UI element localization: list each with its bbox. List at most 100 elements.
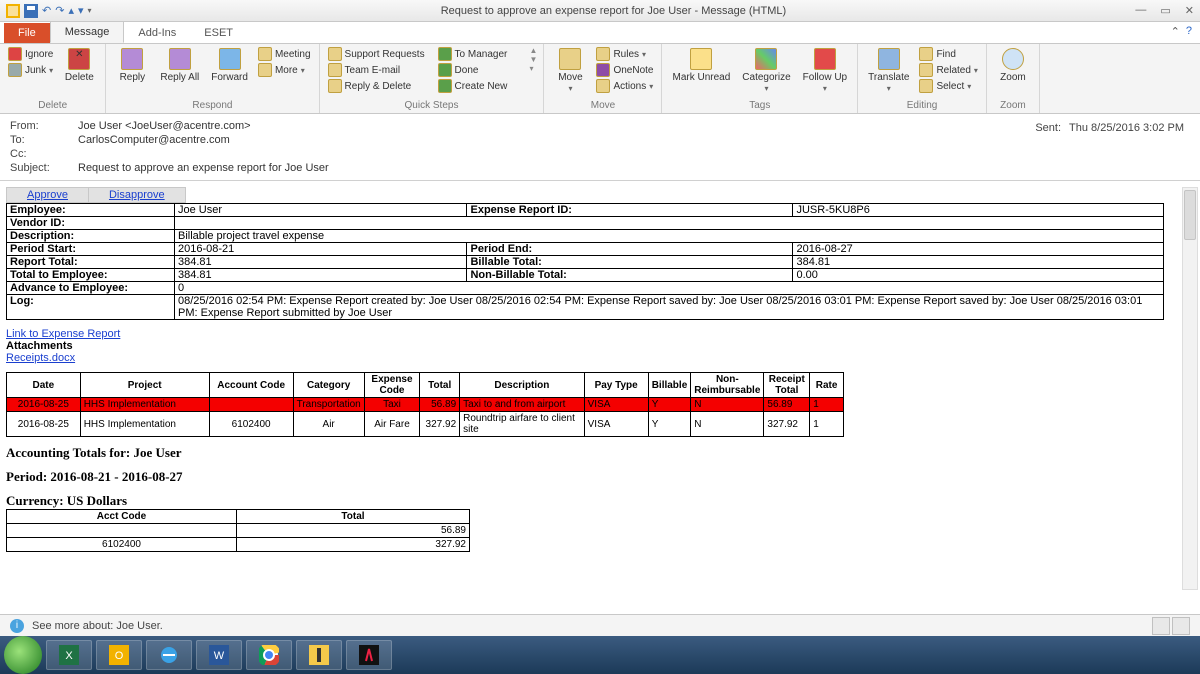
junk-button[interactable]: Junk — [6, 62, 55, 78]
taskbar-outlook[interactable]: O — [96, 640, 142, 670]
qs-down-icon[interactable]: ▼ — [530, 55, 538, 64]
group-label: Editing — [864, 99, 980, 113]
svg-text:O: O — [115, 650, 124, 662]
categorize-button[interactable]: Categorize — [738, 46, 794, 96]
status-text[interactable]: See more about: Joe User. — [32, 620, 163, 632]
status-bar: i See more about: Joe User. — [0, 614, 1200, 636]
qs-create[interactable]: Create New — [436, 78, 526, 94]
reply-all-button[interactable]: Reply All — [156, 46, 203, 85]
quick-access-toolbar: ↶ ↷ ▴ ▾ ▾ — [6, 4, 92, 18]
info-icon: i — [10, 619, 24, 633]
avatar-icon[interactable] — [1172, 617, 1190, 635]
to-label: To: — [10, 134, 78, 146]
expense-lines-table: Date Project Account Code Category Expen… — [6, 372, 844, 437]
tab-message[interactable]: Message — [50, 21, 125, 43]
expense-report-link[interactable]: Link to Expense Report — [6, 328, 120, 340]
actions-button[interactable]: Actions — [594, 78, 655, 94]
vertical-scrollbar[interactable] — [1182, 187, 1198, 590]
group-move: Move Rules OneNote Actions Move — [544, 44, 662, 113]
start-button[interactable] — [4, 636, 42, 674]
group-label: Quick Steps — [326, 99, 538, 113]
ribbon: Ignore Junk ✕Delete Delete Reply Reply A… — [0, 44, 1200, 114]
scrollbar-thumb[interactable] — [1184, 190, 1196, 240]
group-label: Tags — [668, 99, 851, 113]
message-header: From:Joe User <JoeUser@acentre.com> To:C… — [0, 114, 1200, 180]
svg-text:X: X — [65, 650, 73, 662]
qs-up-icon[interactable]: ▲ — [530, 46, 538, 55]
acct-totals-heading: Accounting Totals for: Joe User — [6, 445, 1194, 461]
qs-done[interactable]: Done — [436, 62, 526, 78]
approve-tabs: Approve Disapprove — [6, 187, 1194, 203]
zoom-button[interactable]: Zoom — [993, 46, 1033, 85]
group-label: Move — [550, 99, 655, 113]
rules-button[interactable]: Rules — [594, 46, 655, 62]
more-respond-button[interactable]: More — [256, 62, 313, 78]
taskbar-chrome[interactable] — [246, 640, 292, 670]
select-button[interactable]: Select — [917, 78, 979, 94]
group-editing: Translate Find Related Select Editing — [858, 44, 987, 113]
find-button[interactable]: Find — [917, 46, 979, 62]
reply-button[interactable]: Reply — [112, 46, 152, 85]
group-label: Delete — [6, 99, 99, 113]
attachments-heading: Attachments — [6, 340, 73, 352]
help-icon[interactable]: ? — [1186, 25, 1192, 38]
cc-label: Cc: — [10, 148, 78, 160]
windows-taskbar: X O W — [0, 636, 1200, 674]
acct-period-heading: Period: 2016-08-21 - 2016-08-27 — [6, 469, 1194, 485]
outlook-icon — [6, 4, 20, 18]
approve-link[interactable]: Approve — [6, 187, 89, 203]
receipt-link[interactable]: Receipts.docx — [6, 352, 75, 364]
ignore-button[interactable]: Ignore — [6, 46, 55, 62]
mark-unread-button[interactable]: Mark Unread — [668, 46, 734, 85]
redo-icon[interactable]: ↷ — [55, 4, 64, 17]
delete-button[interactable]: ✕Delete — [59, 46, 99, 85]
group-label: Respond — [112, 99, 312, 113]
avatar-icon[interactable] — [1152, 617, 1170, 635]
next-icon[interactable]: ▾ — [78, 4, 84, 17]
tab-file[interactable]: File — [4, 23, 50, 43]
sent-value: Thu 8/25/2016 3:02 PM — [1069, 122, 1184, 134]
onenote-button[interactable]: OneNote — [594, 62, 655, 78]
from-value: Joe User <JoeUser@acentre.com> — [78, 120, 1190, 132]
followup-button[interactable]: Follow Up — [799, 46, 851, 96]
translate-button[interactable]: Translate — [864, 46, 913, 96]
ribbon-minimize-icon[interactable]: ⌃ — [1171, 25, 1180, 38]
to-value: CarlosComputer@acentre.com — [78, 134, 1190, 146]
title-bar: ↶ ↷ ▴ ▾ ▾ Request to approve an expense … — [0, 0, 1200, 22]
sent-label: Sent: — [1035, 122, 1061, 134]
ribbon-tabs: File Message Add-Ins ESET ⌃ ? — [0, 22, 1200, 44]
meeting-button[interactable]: Meeting — [256, 46, 313, 62]
taskbar-app1[interactable] — [296, 640, 342, 670]
cc-value — [78, 148, 1190, 160]
qs-replydel[interactable]: Reply & Delete — [326, 78, 432, 94]
message-body: Approve Disapprove Employee:Joe UserExpe… — [0, 180, 1200, 596]
tab-eset[interactable]: ESET — [190, 23, 247, 43]
group-quicksteps: Support Requests Team E-mail Reply & Del… — [320, 44, 545, 113]
close-button[interactable]: ✕ — [1185, 4, 1194, 17]
table-row: 2016-08-25HHS Implementation6102400AirAi… — [7, 412, 844, 437]
qs-launch-icon[interactable]: ▾ — [530, 64, 538, 73]
prev-icon[interactable]: ▴ — [68, 4, 74, 17]
taskbar-excel[interactable]: X — [46, 640, 92, 670]
move-button[interactable]: Move — [550, 46, 590, 96]
qs-support[interactable]: Support Requests — [326, 46, 432, 62]
minimize-button[interactable]: — — [1135, 4, 1146, 17]
taskbar-app2[interactable] — [346, 640, 392, 670]
acct-currency-heading: Currency: US Dollars — [6, 493, 1194, 509]
qs-tomgr[interactable]: To Manager — [436, 46, 526, 62]
forward-button[interactable]: Forward — [207, 46, 252, 85]
taskbar-ie[interactable] — [146, 640, 192, 670]
summary-table: Employee:Joe UserExpense Report ID:JUSR-… — [6, 203, 1164, 320]
maximize-button[interactable]: ▭ — [1160, 4, 1170, 17]
group-zoom: Zoom Zoom — [987, 44, 1040, 113]
qs-team[interactable]: Team E-mail — [326, 62, 432, 78]
save-icon[interactable] — [24, 4, 38, 18]
related-button[interactable]: Related — [917, 62, 979, 78]
group-label: Zoom — [993, 99, 1033, 113]
disapprove-link[interactable]: Disapprove — [89, 187, 186, 203]
from-label: From: — [10, 120, 78, 132]
taskbar-word[interactable]: W — [196, 640, 242, 670]
tab-addins[interactable]: Add-Ins — [124, 23, 190, 43]
undo-icon[interactable]: ↶ — [42, 4, 51, 17]
table-row: 2016-08-25HHS ImplementationTransportati… — [7, 398, 844, 412]
